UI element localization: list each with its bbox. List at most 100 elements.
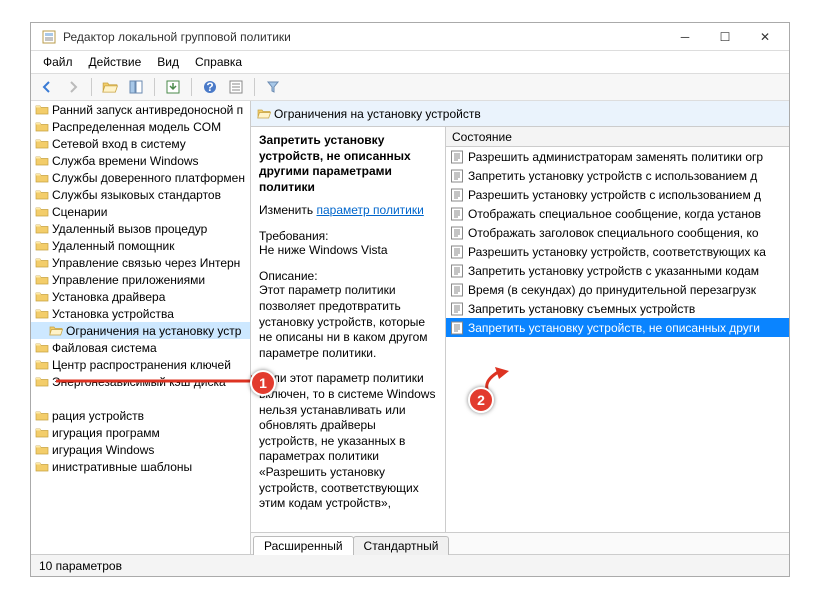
policy-label: Время (в секундах) до принудительной пер… xyxy=(468,283,756,297)
folder-icon xyxy=(35,104,49,115)
tab-extended[interactable]: Расширенный xyxy=(253,536,354,555)
tree-item[interactable]: Ранний запуск антивредоносной п xyxy=(31,101,250,118)
policy-label: Разрешить установку устройств, соответст… xyxy=(468,245,766,259)
policy-label: Запретить установку устройств, не описан… xyxy=(468,321,760,335)
policy-icon xyxy=(450,169,464,183)
folder-icon xyxy=(35,427,49,438)
tree-item-label: Распределенная модель COM xyxy=(52,120,221,134)
policy-row[interactable]: Время (в секундах) до принудительной пер… xyxy=(446,280,789,299)
window: Редактор локальной групповой политики ─ … xyxy=(30,22,790,577)
tree-item[interactable]: Установка драйвера xyxy=(31,288,250,305)
tree-item[interactable]: игурация Windows xyxy=(31,441,250,458)
toolbar: ? xyxy=(31,73,789,101)
policy-row[interactable]: Разрешить установку устройств с использо… xyxy=(446,185,789,204)
tree-item[interactable]: инистративные шаблоны xyxy=(31,458,250,475)
filter-button[interactable] xyxy=(263,77,283,97)
policy-row[interactable]: Разрешить установку устройств, соответст… xyxy=(446,242,789,261)
folder-icon xyxy=(35,308,49,319)
tree-item-label: Сетевой вход в систему xyxy=(52,137,186,151)
tree-item-label: Управление связью через Интерн xyxy=(52,256,240,270)
policy-label: Разрешить установку устройств с использо… xyxy=(468,188,761,202)
menu-help[interactable]: Справка xyxy=(187,53,250,71)
tab-standard[interactable]: Стандартный xyxy=(353,536,450,555)
policy-row[interactable]: Отображать заголовок специального сообще… xyxy=(446,223,789,242)
maximize-button[interactable]: ☐ xyxy=(705,23,745,51)
policy-icon xyxy=(450,207,464,221)
tree-item[interactable] xyxy=(31,390,250,407)
requirements-value: Не ниже Windows Vista xyxy=(259,243,437,257)
change-link-row: Изменить параметр политики xyxy=(259,203,437,217)
policy-icon xyxy=(450,302,464,316)
tree-item-label: Сценарии xyxy=(52,205,107,219)
tree-pane[interactable]: Ранний запуск антивредоносной п Распредел… xyxy=(31,101,251,554)
show-tree-button[interactable] xyxy=(126,77,146,97)
folder-icon xyxy=(35,223,49,234)
back-button[interactable] xyxy=(37,77,57,97)
edit-policy-link[interactable]: параметр политики xyxy=(316,203,423,217)
tree-item[interactable]: Сценарии xyxy=(31,203,250,220)
policy-label: Разрешить администраторам заменять полит… xyxy=(468,150,763,164)
menubar: Файл Действие Вид Справка xyxy=(31,51,789,73)
menu-action[interactable]: Действие xyxy=(81,53,150,71)
policy-icon xyxy=(450,283,464,297)
policy-row[interactable]: Запретить установку устройств, не описан… xyxy=(446,318,789,337)
policy-icon xyxy=(450,321,464,335)
tree-item[interactable]: Управление связью через Интерн xyxy=(31,254,250,271)
up-button[interactable] xyxy=(100,77,120,97)
policy-list[interactable]: Разрешить администраторам заменять полит… xyxy=(446,147,789,532)
folder-icon xyxy=(35,121,49,132)
policy-label: Отображать специальное сообщение, когда … xyxy=(468,207,761,221)
tree-item[interactable]: Управление приложениями xyxy=(31,271,250,288)
list-header[interactable]: Состояние xyxy=(446,127,789,147)
export-button[interactable] xyxy=(163,77,183,97)
folder-icon xyxy=(35,359,49,370)
policy-icon xyxy=(450,150,464,164)
folder-icon xyxy=(35,155,49,166)
tree-item[interactable]: Служба времени Windows xyxy=(31,152,250,169)
titlebar[interactable]: Редактор локальной групповой политики ─ … xyxy=(31,23,789,51)
tree-item[interactable]: Файловая система xyxy=(31,339,250,356)
help-button[interactable]: ? xyxy=(200,77,220,97)
tree-item[interactable]: Службы доверенного платформен xyxy=(31,169,250,186)
policy-row[interactable]: Запретить установку устройств с использо… xyxy=(446,166,789,185)
folder-icon xyxy=(35,138,49,149)
view-tabs: Расширенный Стандартный xyxy=(251,532,789,554)
policy-row[interactable]: Разрешить администраторам заменять полит… xyxy=(446,147,789,166)
callout-2: 2 xyxy=(468,387,494,413)
forward-button[interactable] xyxy=(63,77,83,97)
description-p2: Если этот параметр политики включен, то … xyxy=(259,371,437,511)
menu-view[interactable]: Вид xyxy=(149,53,187,71)
folder-icon xyxy=(35,376,49,387)
folder-icon xyxy=(49,325,63,336)
tree-item[interactable]: Службы языковых стандартов xyxy=(31,186,250,203)
tree-item-label: Установка драйвера xyxy=(52,290,165,304)
folder-icon xyxy=(35,410,49,421)
col-state: Состояние xyxy=(452,130,512,144)
tree-item[interactable]: игурация программ xyxy=(31,424,250,441)
tree-item[interactable]: Удаленный вызов процедур xyxy=(31,220,250,237)
tree-item[interactable]: Сетевой вход в систему xyxy=(31,135,250,152)
tree-item[interactable]: Центр распространения ключей xyxy=(31,356,250,373)
policy-row[interactable]: Запретить установку устройств с указанны… xyxy=(446,261,789,280)
status-text: 10 параметров xyxy=(39,559,122,573)
properties-button[interactable] xyxy=(226,77,246,97)
policy-row[interactable]: Отображать специальное сообщение, когда … xyxy=(446,204,789,223)
tree-item[interactable]: Распределенная модель COM xyxy=(31,118,250,135)
tree-item-label: Ограничения на установку устр xyxy=(66,324,241,338)
requirements-label: Требования: xyxy=(259,229,437,243)
path-bar: Ограничения на установку устройств xyxy=(251,101,789,127)
close-button[interactable]: ✕ xyxy=(745,23,785,51)
folder-icon xyxy=(35,444,49,455)
tree-item[interactable]: Ограничения на установку устр xyxy=(31,322,250,339)
policy-row[interactable]: Запретить установку съемных устройств xyxy=(446,299,789,318)
tree-item[interactable]: Установка устройства xyxy=(31,305,250,322)
content-area: Ранний запуск антивредоносной п Распредел… xyxy=(31,101,789,554)
tree-item-label: Управление приложениями xyxy=(52,273,205,287)
tree-item-label: Службы доверенного платформен xyxy=(52,171,245,185)
menu-file[interactable]: Файл xyxy=(35,53,81,71)
tree-item-label: рация устройств xyxy=(52,409,144,423)
tree-item[interactable]: рация устройств xyxy=(31,407,250,424)
tree-item[interactable]: Удаленный помощник xyxy=(31,237,250,254)
app-icon xyxy=(41,29,57,45)
minimize-button[interactable]: ─ xyxy=(665,23,705,51)
